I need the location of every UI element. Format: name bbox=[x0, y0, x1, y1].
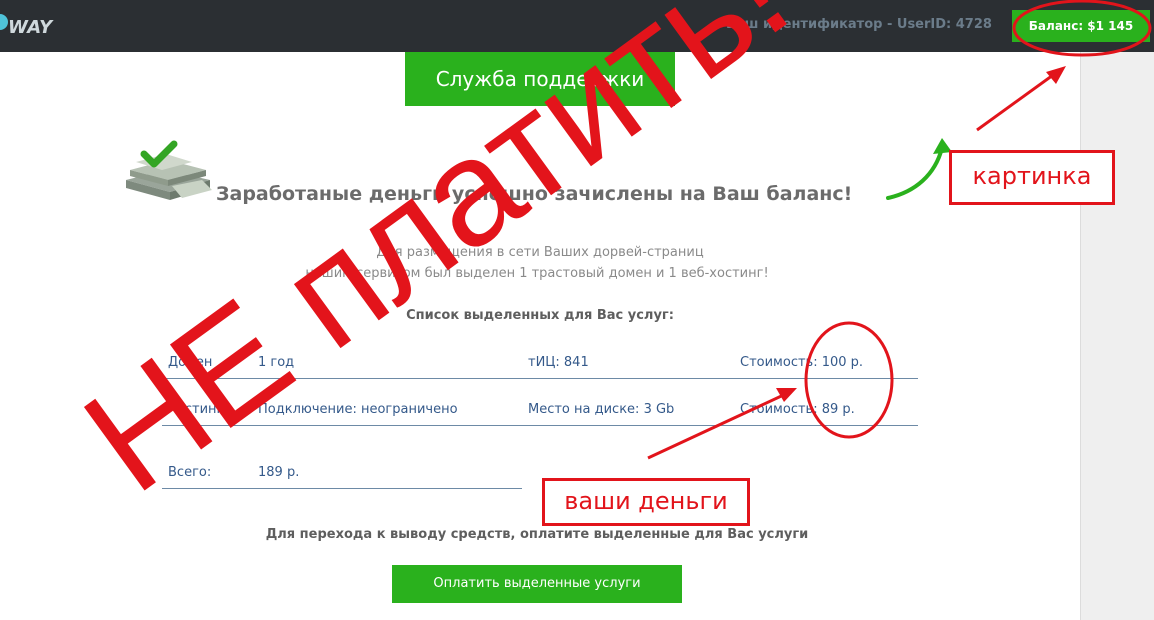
logo-text: WAY bbox=[8, 17, 53, 38]
money-annotation-label: ваши деньги bbox=[542, 478, 750, 526]
right-sidebar bbox=[1080, 52, 1154, 620]
cost-highlight-ellipse bbox=[804, 321, 894, 439]
picture-annotation-label: картинка bbox=[949, 150, 1115, 205]
pay-services-button[interactable]: Оплатить выделенные услуги bbox=[392, 565, 682, 603]
arrow-head-costs bbox=[776, 388, 797, 402]
total-value: 189 р. bbox=[258, 465, 300, 480]
green-curved-arrow bbox=[886, 146, 944, 200]
page: WAY Ваш идентификатор - UserID: 4728 Бал… bbox=[0, 0, 1154, 620]
service-param: тИЦ: 841 bbox=[528, 355, 589, 370]
service-cost: Стоимость: 89 р. bbox=[740, 402, 855, 417]
arrow-to-balance bbox=[976, 68, 1061, 132]
row-divider bbox=[162, 488, 522, 489]
intro-line-2: нашим сервисом был выделен 1 трастовый д… bbox=[305, 266, 769, 281]
balance-button[interactable]: Баланс: $1 145 bbox=[1012, 10, 1150, 42]
location-pin-icon bbox=[0, 14, 8, 30]
withdraw-notice: Для перехода к выводу средств, оплатите … bbox=[265, 527, 809, 542]
service-cost: Стоимость: 100 р. bbox=[740, 355, 864, 370]
site-logo[interactable]: WAY bbox=[0, 12, 70, 42]
intro-line-1: Для размещения в сети Ваших дорвей-стран… bbox=[376, 245, 704, 260]
arrow-head-balance bbox=[1046, 66, 1066, 84]
service-param: Место на диске: 3 Gb bbox=[528, 402, 675, 417]
money-stack-icon bbox=[126, 140, 212, 200]
